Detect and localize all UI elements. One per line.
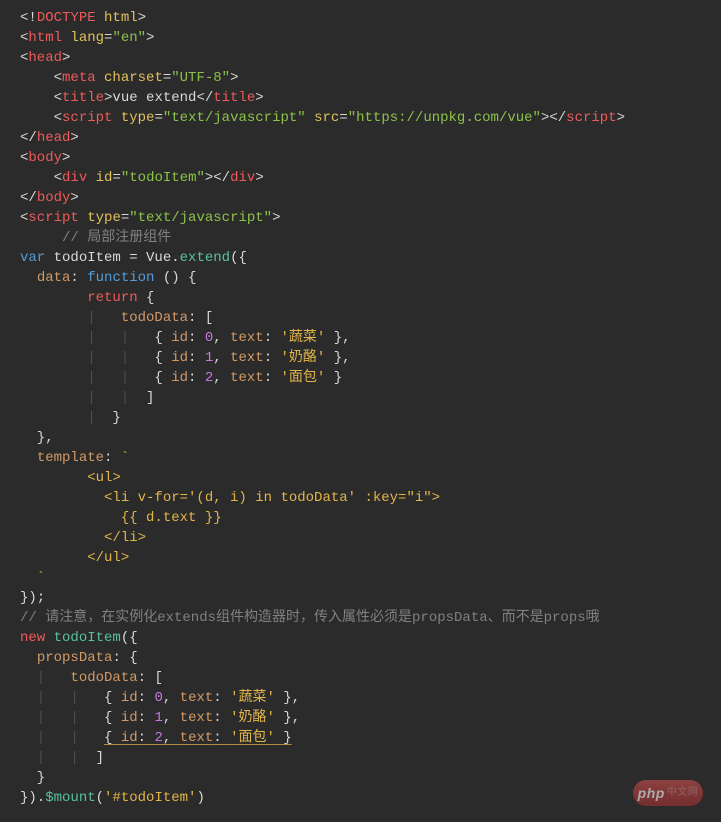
code-editor-viewport: <!DOCTYPE html> <html lang="en"> <head> … xyxy=(0,0,721,822)
watermark-badge: php 中文网 xyxy=(633,780,703,806)
watermark-sub: 中文网 xyxy=(667,783,699,803)
watermark-main: php xyxy=(638,783,665,803)
code-block: <!DOCTYPE html> <html lang="en"> <head> … xyxy=(20,8,711,808)
